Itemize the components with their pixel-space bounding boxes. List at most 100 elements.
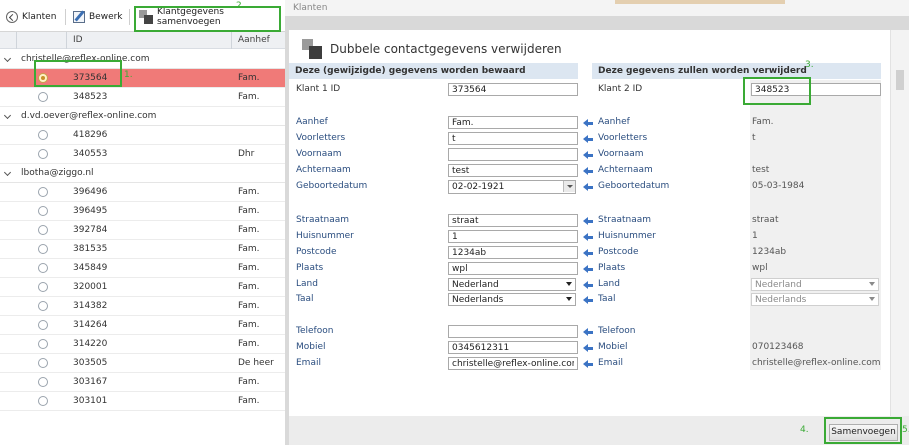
row-radio-button[interactable] [38,206,48,216]
copy-left-arrow-icon[interactable] [583,135,593,144]
row-radio-button[interactable] [38,263,48,273]
dialog-scrollbar[interactable] [890,30,909,416]
row-aanhef: Fam. [238,225,260,235]
plaats-label: Plaats [296,263,324,273]
copy-left-arrow-icon[interactable] [583,183,593,192]
dropdown-arrow-icon [566,282,572,286]
toolbar-separator [129,9,130,25]
table-row[interactable]: 303101 Fam. [0,392,285,411]
klant1-id-label: Klant 1 ID [296,84,341,94]
land-keep-select[interactable]: Nederland [448,278,576,291]
annotation-box-1 [34,60,122,87]
email-group-row[interactable]: lbotha@ziggo.nl [0,164,285,183]
mobiel-keep-field[interactable] [448,341,578,354]
expand-caret-icon[interactable] [3,168,12,177]
row-radio-button[interactable] [38,320,48,330]
table-row[interactable]: 396496 Fam. [0,183,285,202]
aanhef-keep-field[interactable] [448,116,578,129]
taal-keep-select[interactable]: Nederlands [448,293,576,306]
edit-button[interactable]: Bewerk [73,8,123,26]
table-row[interactable]: 320001 Fam. [0,278,285,297]
copy-left-arrow-icon[interactable] [583,281,593,290]
table-row[interactable]: 314382 Fam. [0,297,285,316]
row-radio-button[interactable] [38,92,48,102]
geboortedatum-keep-datepicker[interactable]: 02-02-1921 [448,180,576,194]
postcode-remove-label: Postcode [598,247,639,257]
back-to-klanten-button[interactable]: Klanten [6,8,56,26]
row-radio-button[interactable] [38,149,48,159]
row-radio-button[interactable] [38,282,48,292]
email-keep-field[interactable] [448,357,578,370]
copy-left-arrow-icon[interactable] [583,360,593,369]
row-aanhef: Fam. [238,396,260,406]
row-radio-button[interactable] [38,301,48,311]
row-id: 314264 [73,320,108,330]
voorletters-keep-field[interactable] [448,132,578,145]
huisnummer-remove-value: 1 [752,231,758,241]
copy-left-arrow-icon[interactable] [583,217,593,226]
klant1-id-field[interactable] [448,83,578,96]
dialog-title: Dubbele contactgegevens verwijderen [302,39,562,59]
dialog-footer [289,416,909,445]
table-row[interactable]: 345849 Fam. [0,259,285,278]
table-row[interactable]: 303505 De heer [0,354,285,373]
plaats-keep-field[interactable] [448,262,578,275]
voornaam-keep-field[interactable] [448,148,578,161]
email-remove-value: christelle@reflex-online.com [752,358,881,368]
copy-left-arrow-icon[interactable] [583,119,593,128]
email-group-row[interactable]: d.vd.oever@reflex-online.com [0,107,285,126]
column-header-aanhef[interactable]: Aanhef [238,35,270,45]
row-radio-button[interactable] [38,244,48,254]
postcode-label: Postcode [296,247,337,257]
aanhef-remove-label: Aanhef [598,117,630,127]
row-id: 396495 [73,206,108,216]
telefoon-keep-field[interactable] [448,325,578,338]
table-row[interactable]: 418296 [0,126,285,145]
huisnummer-keep-field[interactable] [448,230,578,243]
table-row[interactable]: 396495 Fam. [0,202,285,221]
straatnaam-remove-label: Straatnaam [598,215,652,225]
postcode-keep-field[interactable] [448,246,578,259]
row-radio-button[interactable] [38,358,48,368]
copy-left-arrow-icon[interactable] [583,265,593,274]
table-row[interactable]: 348523 Fam. [0,88,285,107]
row-id: 314382 [73,301,108,311]
voornaam-label: Voornaam [296,149,342,159]
row-radio-button[interactable] [38,377,48,387]
date-dropdown-icon[interactable] [563,181,575,192]
copy-left-arrow-icon[interactable] [583,344,593,353]
huisnummer-label: Huisnummer [296,231,354,241]
expand-caret-icon[interactable] [3,111,12,120]
table-row[interactable]: 303167 Fam. [0,373,285,392]
copy-left-arrow-icon[interactable] [583,328,593,337]
copy-left-arrow-icon[interactable] [583,151,593,160]
row-aanhef: Fam. [238,187,260,197]
row-radio-button[interactable] [38,130,48,140]
column-header-id[interactable]: ID [73,35,83,45]
straatnaam-keep-field[interactable] [448,214,578,227]
copy-left-arrow-icon[interactable] [583,167,593,176]
annotation-box-2 [134,6,281,32]
achternaam-label: Achternaam [296,165,351,175]
table-row[interactable]: 381535 Fam. [0,240,285,259]
table-row[interactable]: 340553 Dhr [0,145,285,164]
row-radio-button[interactable] [38,225,48,235]
mobiel-remove-value: 070123468 [752,342,804,352]
expand-caret-icon[interactable] [3,54,12,63]
table-row[interactable]: 392784 Fam. [0,221,285,240]
taal-remove-label: Taal [598,294,616,304]
copy-left-arrow-icon[interactable] [583,249,593,258]
row-radio-button[interactable] [38,339,48,349]
aanhef-label: Aanhef [296,117,328,127]
row-radio-button[interactable] [38,187,48,197]
row-radio-button[interactable] [38,396,48,406]
geboortedatum-label: Geboortedatum [296,181,368,191]
copy-left-arrow-icon[interactable] [583,233,593,242]
row-aanhef: Fam. [238,206,260,216]
dropdown-arrow-icon [566,297,572,301]
achternaam-keep-field[interactable] [448,164,578,177]
row-aanhef: Fam. [238,301,260,311]
table-row[interactable]: 314264 Fam. [0,316,285,335]
copy-left-arrow-icon[interactable] [583,296,593,305]
table-row[interactable]: 314220 Fam. [0,335,285,354]
